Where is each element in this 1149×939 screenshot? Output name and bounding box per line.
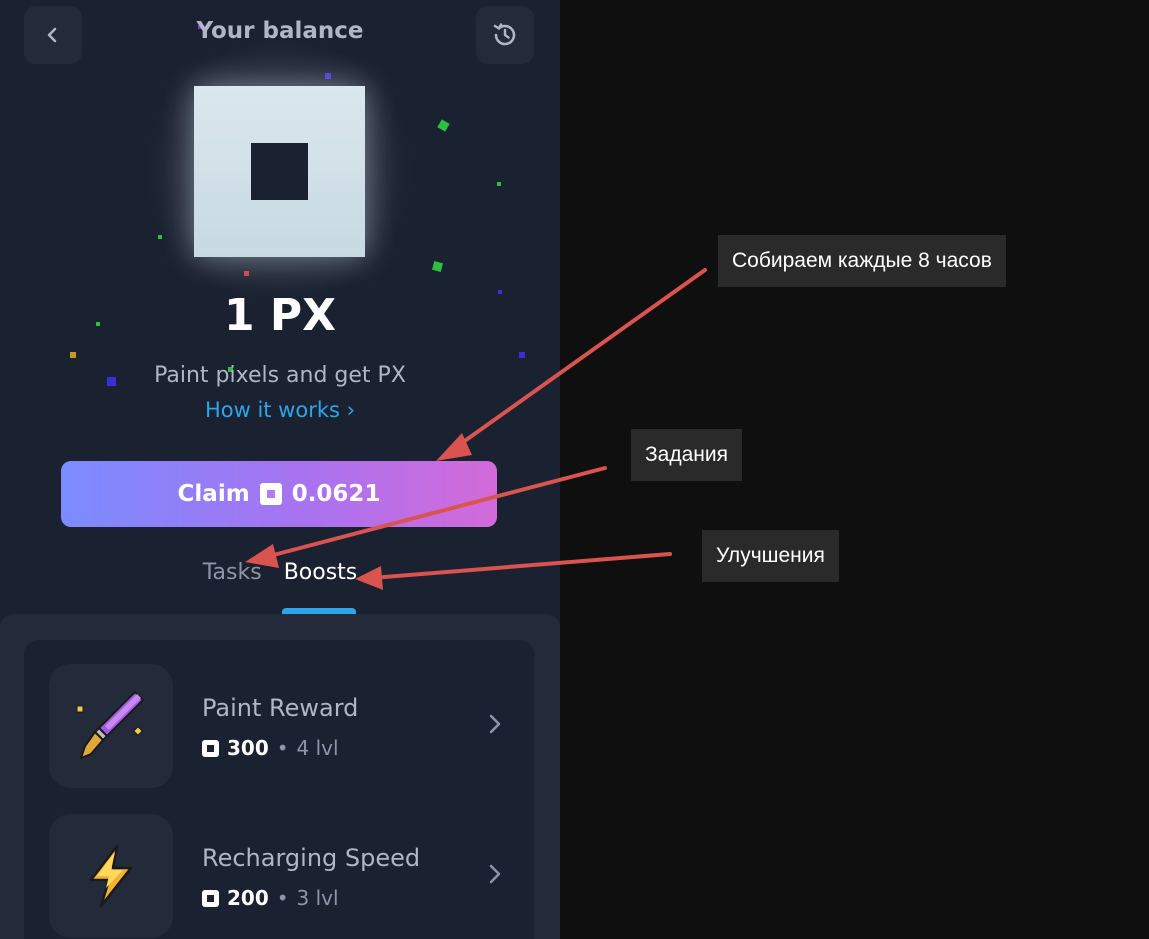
how-it-works-link[interactable]: How it works › <box>0 398 560 422</box>
tab-boosts[interactable]: Boosts <box>284 560 358 585</box>
boost-name: Recharging Speed <box>202 844 421 872</box>
chevron-right-icon <box>489 864 501 884</box>
boost-item-recharging-speed[interactable]: Recharging Speed 200 • 3 lvl <box>49 814 519 938</box>
pixel-app-panel: Your balance 1 PX Paint pixels and get P… <box>0 0 560 939</box>
claim-label: Claim <box>177 481 250 507</box>
confetti <box>497 182 501 186</box>
balance-subtitle: Paint pixels and get PX <box>154 363 406 388</box>
boost-level: 4 lvl <box>296 736 339 760</box>
lightning-icon <box>49 814 173 938</box>
annotation-collect: Собираем каждые 8 часов <box>718 235 1006 287</box>
tab-tasks[interactable]: Tasks <box>203 560 262 585</box>
paintbrush-icon <box>49 664 173 788</box>
annotation-tasks: Задания <box>631 429 742 481</box>
px-coin-icon <box>202 889 219 907</box>
annotation-boosts: Улучшения <box>702 530 839 582</box>
separator-dot: • <box>276 886 289 910</box>
balance-amount: 1 PX <box>223 290 337 341</box>
claim-button[interactable]: Claim 0.0621 <box>61 461 497 527</box>
confetti <box>437 119 450 132</box>
tab-bar: Tasks Boosts <box>0 560 560 585</box>
boost-cost: 200 <box>227 886 269 910</box>
claim-amount: 0.0621 <box>291 481 381 507</box>
px-coin-icon <box>259 483 282 505</box>
separator-dot: • <box>276 736 289 760</box>
confetti <box>70 352 76 358</box>
history-icon <box>493 23 516 46</box>
boost-item-paint-reward[interactable]: Paint Reward 300 • 4 lvl <box>49 664 519 788</box>
confetti <box>431 260 444 273</box>
history-button[interactable] <box>476 6 534 64</box>
confetti <box>519 352 525 358</box>
px-logo <box>194 86 365 257</box>
boost-meta: 300 • 4 lvl <box>202 736 339 760</box>
chevron-right-icon <box>489 714 501 734</box>
boost-name: Paint Reward <box>202 694 359 722</box>
boost-level: 3 lvl <box>296 886 339 910</box>
boost-meta: 200 • 3 lvl <box>202 886 339 910</box>
px-coin-icon <box>202 739 219 757</box>
boost-cost: 300 <box>227 736 269 760</box>
